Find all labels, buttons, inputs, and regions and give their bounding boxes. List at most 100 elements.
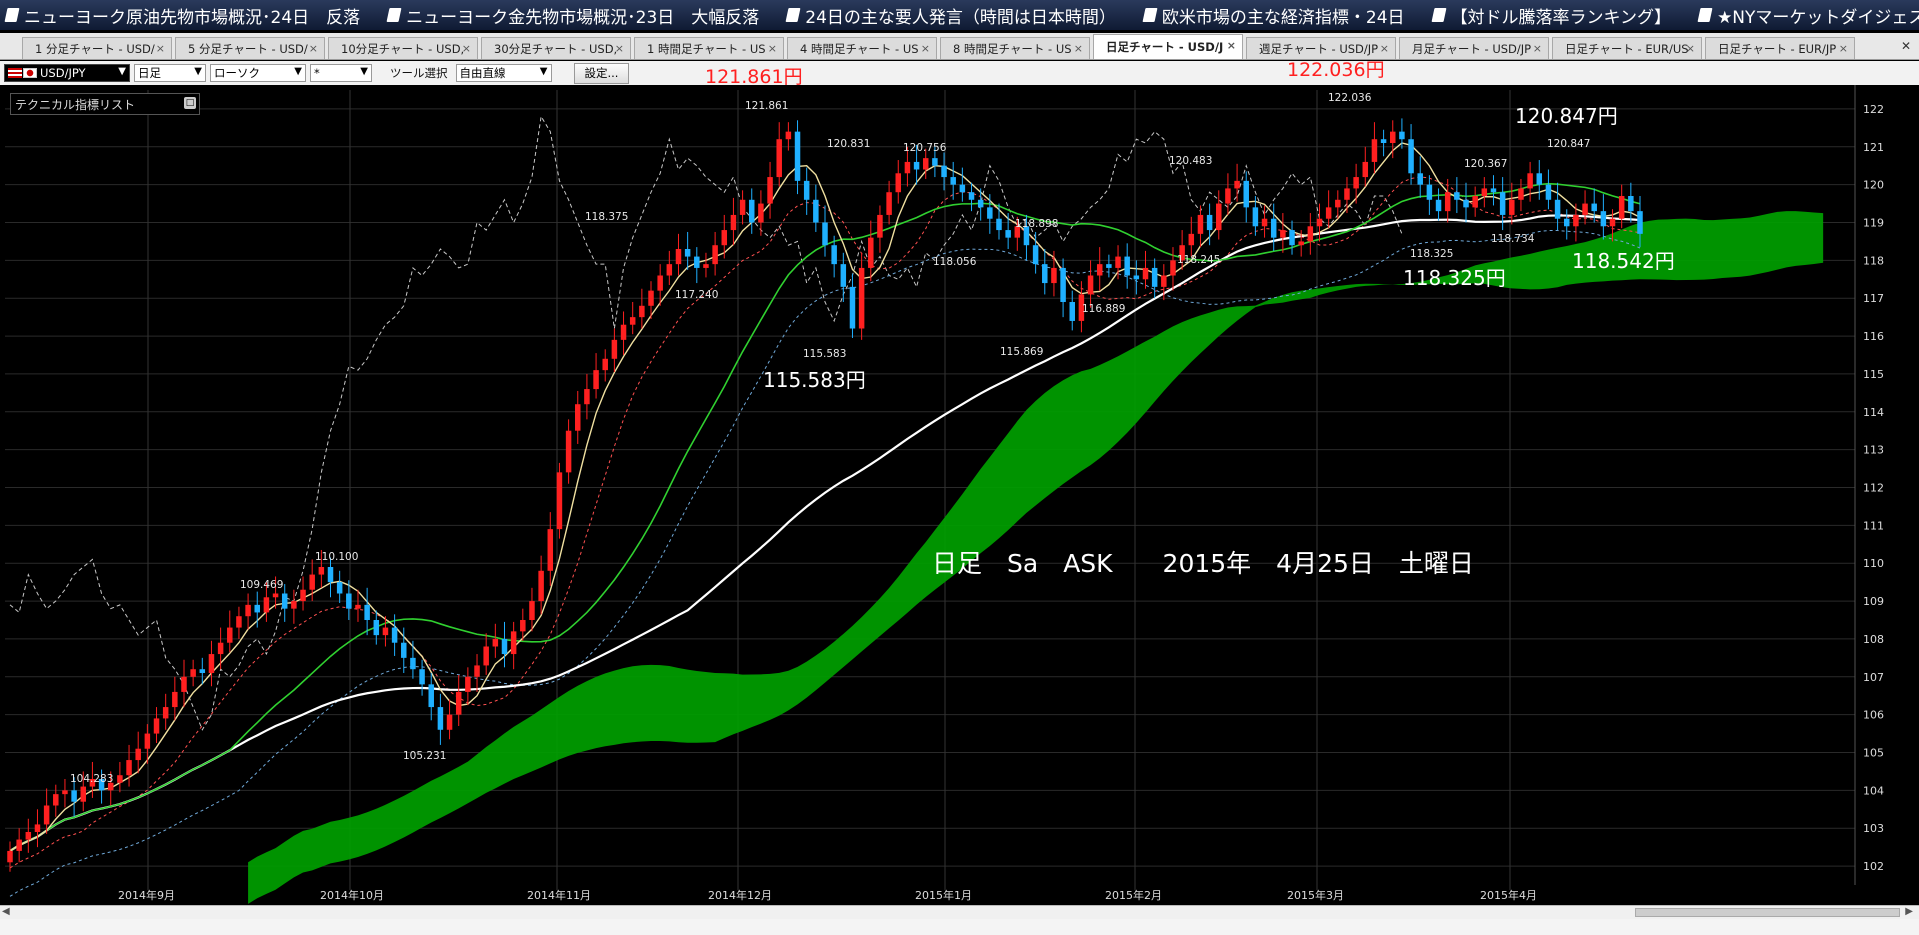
- y-tick-label: 105: [1863, 747, 1884, 760]
- candle-body: [7, 850, 13, 863]
- price-point-label: 121.861: [745, 100, 788, 112]
- y-tick-label: 103: [1863, 822, 1884, 835]
- panel-toggle-icon[interactable]: □: [184, 97, 196, 109]
- close-icon[interactable]: ×: [1074, 42, 1083, 55]
- candle-body: [776, 139, 782, 178]
- chart-type-select[interactable]: ローソク ▼: [210, 64, 306, 82]
- candle-body: [1637, 211, 1643, 234]
- candle-body: [1454, 192, 1460, 200]
- close-icon[interactable]: ×: [156, 42, 165, 55]
- tool-select[interactable]: 自由直線 ▼: [455, 64, 552, 82]
- settings-button[interactable]: 設定...: [573, 62, 630, 84]
- price-point-label: 120.367: [1464, 158, 1507, 170]
- candle-body: [941, 165, 947, 178]
- price-chart[interactable]: 104.283 109.469 110.100 105.231 118.375 117.2…: [0, 85, 1919, 905]
- news-item[interactable]: ニューヨーク金先物市場概況･23日 大幅反落: [382, 3, 781, 28]
- candle-body: [1298, 241, 1304, 246]
- price-point-label: 120.831: [827, 138, 870, 150]
- close-icon[interactable]: ×: [1227, 39, 1236, 52]
- news-item[interactable]: 欧米市場の主な経済指標・24日: [1138, 3, 1427, 28]
- chart-tab[interactable]: 10分足チャート - USD, ×: [328, 37, 478, 59]
- indicator-list-label: テクニカル指標リスト: [15, 97, 136, 112]
- chart-scrollbar[interactable]: ◀ ▶: [0, 905, 1919, 919]
- candle-body: [1069, 302, 1075, 321]
- close-icon[interactable]: ×: [615, 42, 624, 55]
- close-icon[interactable]: ×: [921, 42, 930, 55]
- candle-body: [1426, 184, 1433, 200]
- candle-body: [419, 669, 425, 685]
- candle-body: [840, 264, 847, 287]
- currency-pair-select[interactable]: USD/JPY ▼: [4, 64, 130, 82]
- chart-tab-label: 4 時間足チャート - US: [800, 41, 919, 56]
- candle-body: [822, 222, 828, 246]
- candle-body: [1042, 264, 1048, 284]
- price-annotation-label: 118.325円: [1403, 266, 1506, 290]
- candle-body: [849, 286, 856, 329]
- candle-body: [666, 264, 673, 276]
- candle-body: [1106, 264, 1112, 268]
- style-select[interactable]: * ▼: [310, 64, 372, 82]
- candle-body: [1270, 218, 1277, 238]
- scroll-right-icon[interactable]: ▶: [1905, 906, 1913, 917]
- price-point-label: 118.325: [1410, 248, 1453, 260]
- news-item[interactable]: 【対ドル騰落率ランキング】: [1427, 3, 1694, 28]
- candle-body: [135, 748, 141, 761]
- news-headline: ★NYマーケットダイジェスト: [1717, 7, 1919, 28]
- candle-body: [1243, 180, 1249, 208]
- candle-body: [34, 824, 41, 832]
- tool-select-value: 自由直線: [459, 66, 506, 80]
- candle-body: [25, 832, 32, 840]
- candle-body: [501, 638, 508, 655]
- close-icon[interactable]: ×: [1839, 42, 1848, 55]
- chart-tab-label: 30分足チャート - USD,: [494, 41, 618, 56]
- candle-body: [1197, 214, 1204, 234]
- tab-scroll-icon[interactable]: ✕: [1901, 39, 1911, 53]
- chart-tab-label: 1 時間足チャート - US: [647, 41, 766, 56]
- news-item[interactable]: 24日の主な要人発言（時間は日本時間）: [781, 3, 1138, 28]
- close-icon[interactable]: ×: [1533, 42, 1542, 55]
- price-point-label: 120.756: [903, 142, 947, 154]
- candle-body: [236, 616, 242, 628]
- chart-tab[interactable]: 1 時間足チャート - US ×: [634, 37, 784, 59]
- indicator-list-panel[interactable]: テクニカル指標リスト □: [10, 93, 200, 115]
- chart-tab[interactable]: 5 分足チャート - USD/×: [175, 37, 325, 59]
- candle-body: [346, 593, 352, 609]
- close-icon[interactable]: ×: [1686, 42, 1695, 55]
- chart-tab[interactable]: 日足チャート - EUR/US ×: [1552, 37, 1702, 59]
- candle-body: [575, 404, 581, 431]
- status-strip: [0, 919, 1919, 935]
- price-point-label: 120.483: [1169, 155, 1212, 167]
- currency-pair-value: USD/JPY: [40, 66, 86, 80]
- candle-body: [281, 593, 288, 609]
- price-point-label: 115.583: [803, 348, 846, 360]
- news-headline: 24日の主な要人発言（時間は日本時間）: [805, 7, 1116, 28]
- chart-tab[interactable]: 1 分足チャート - USD/×: [22, 37, 172, 59]
- news-item[interactable]: ★NYマーケットダイジェスト: [1693, 3, 1919, 28]
- chart-tab-label: 日足チャート - USD/J: [1106, 40, 1224, 54]
- close-icon[interactable]: ×: [1380, 42, 1389, 55]
- scroll-thumb[interactable]: [1635, 908, 1900, 917]
- price-point-label: 118.734: [1491, 233, 1535, 245]
- candle-body: [1628, 196, 1634, 212]
- chart-tab[interactable]: 4 時間足チャート - US ×: [787, 37, 937, 59]
- candle-body: [53, 794, 59, 806]
- candle-body: [1133, 275, 1140, 280]
- chart-tab[interactable]: 8 時間足チャート - US ×: [940, 37, 1090, 59]
- news-item[interactable]: ニューヨーク原油先物市場概況･24日 反落: [0, 3, 382, 28]
- chart-tab-label: 日足チャート - EUR/JP: [1718, 41, 1837, 56]
- chart-tab[interactable]: 30分足チャート - USD, ×: [481, 37, 631, 59]
- close-icon[interactable]: ×: [309, 42, 318, 55]
- candle-body: [648, 290, 654, 306]
- candle-body: [263, 597, 270, 613]
- chart-tab[interactable]: 日足チャート - USD/J ×: [1093, 34, 1243, 59]
- candle-body: [318, 567, 325, 575]
- timeframe-select[interactable]: 日足 ▼: [134, 64, 206, 82]
- candle-body: [327, 567, 334, 583]
- news-document-icon: [1431, 8, 1447, 22]
- scroll-left-icon[interactable]: ◀: [2, 906, 10, 917]
- chart-tab[interactable]: 月足チャート - USD/JP ×: [1399, 37, 1549, 59]
- candle-body: [584, 389, 590, 405]
- chart-tab[interactable]: 日足チャート - EUR/JP ×: [1705, 37, 1855, 59]
- close-icon[interactable]: ×: [462, 42, 471, 55]
- close-icon[interactable]: ×: [768, 42, 777, 55]
